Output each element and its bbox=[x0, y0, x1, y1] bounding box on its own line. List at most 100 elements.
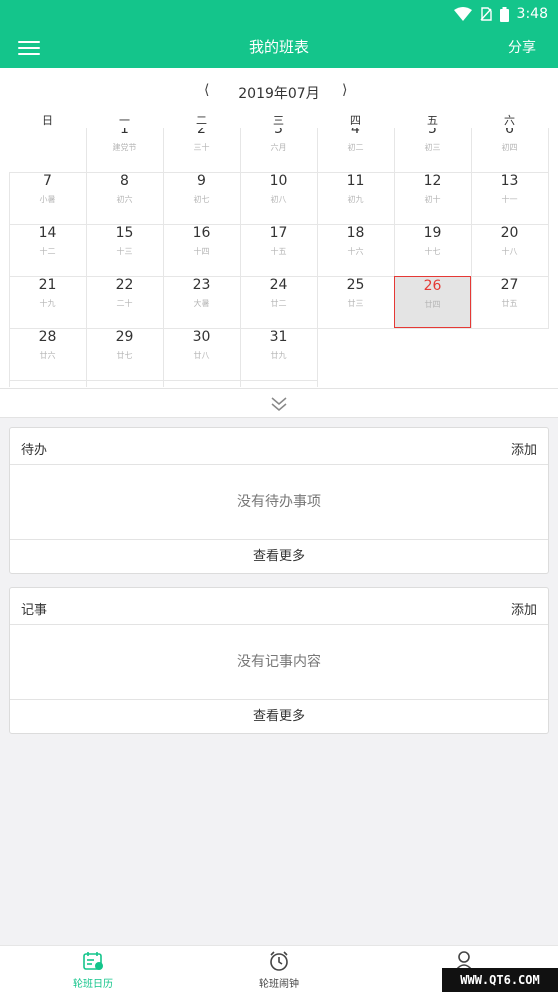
tab-shift-calendar[interactable]: 轮班日历 bbox=[33, 950, 153, 990]
calendar-day[interactable]: 20 十八 bbox=[471, 224, 548, 276]
calendar-day[interactable]: 10 初八 bbox=[240, 172, 317, 224]
day-number: 2 bbox=[197, 128, 206, 137]
day-number: 15 bbox=[115, 225, 134, 241]
weekday-header: 日 一 二 三 四 五 六 bbox=[9, 112, 548, 127]
tab-label: 轮班闹钟 bbox=[259, 979, 299, 990]
notes-header: 记事 添加 bbox=[10, 588, 548, 625]
tab-shift-alarm[interactable]: 轮班闹钟 bbox=[219, 950, 339, 990]
notes-card: 记事 添加 没有记事内容 查看更多 bbox=[9, 587, 549, 734]
todo-title: 待办 bbox=[21, 443, 48, 458]
calendar-day[interactable]: 25 廿三 bbox=[317, 276, 394, 328]
calendar-day[interactable]: 24 廿二 bbox=[240, 276, 317, 328]
day-number: 7 bbox=[43, 173, 52, 189]
next-month-button[interactable]: ⟩ bbox=[342, 82, 347, 98]
calendar-day[interactable]: 27 廿五 bbox=[471, 276, 548, 328]
calendar-day[interactable]: 1 建党节 bbox=[86, 128, 163, 172]
notes-title: 记事 bbox=[21, 603, 48, 618]
todo-add-button[interactable]: 添加 bbox=[511, 439, 537, 458]
calendar-day[interactable]: 3 六月 bbox=[240, 128, 317, 172]
weekday-tue: 二 bbox=[196, 114, 207, 127]
calendar-day[interactable]: 4 初二 bbox=[317, 128, 394, 172]
calendar-day[interactable]: 17 十五 bbox=[240, 224, 317, 276]
calendar-day[interactable]: 15 十三 bbox=[86, 224, 163, 276]
share-button[interactable]: 分享 bbox=[508, 37, 536, 57]
lunar-date: 廿七 bbox=[116, 351, 133, 360]
day-number: 8 bbox=[120, 173, 129, 189]
day-number: 24 bbox=[269, 277, 288, 293]
calendar-grid: 1 建党节 2 三十 3 六月 4 初二 5 初三 6 初四 7 小暑 8 初六 9 初七 10 初八 11 初九 12 初十… bbox=[9, 128, 549, 387]
calendar-day[interactable]: 7 小暑 bbox=[9, 172, 86, 224]
calendar-icon bbox=[83, 952, 103, 970]
grid-line bbox=[9, 380, 317, 381]
calendar-day[interactable]: 29 廿七 bbox=[86, 328, 163, 380]
lunar-date: 初四 bbox=[501, 143, 518, 152]
month-nav: ⟨ 2019年07月 ⟩ bbox=[0, 82, 558, 102]
calendar-day[interactable]: 5 初三 bbox=[394, 128, 471, 172]
notes-more-button[interactable]: 查看更多 bbox=[10, 700, 548, 733]
calendar: ⟨ 2019年07月 ⟩ 日 一 二 三 四 五 六 1 建党节 2 三十 3 六月 4 初二… bbox=[0, 68, 558, 388]
calendar-day[interactable]: 22 二十 bbox=[86, 276, 163, 328]
calendar-day[interactable]: 6 初四 bbox=[471, 128, 548, 172]
lunar-date: 初二 bbox=[347, 143, 364, 152]
lunar-date: 二十 bbox=[116, 299, 133, 308]
no-sim-icon bbox=[480, 7, 492, 21]
todo-header: 待办 添加 bbox=[10, 428, 548, 465]
lunar-date: 十九 bbox=[39, 299, 56, 308]
day-number: 16 bbox=[192, 225, 211, 241]
weekday-sun: 日 bbox=[42, 114, 53, 127]
weekday-wed: 三 bbox=[273, 114, 284, 127]
lunar-date: 廿八 bbox=[193, 351, 210, 360]
day-number: 1 bbox=[120, 128, 129, 137]
calendar-day[interactable]: 11 初九 bbox=[317, 172, 394, 224]
todo-more-button[interactable]: 查看更多 bbox=[10, 540, 548, 573]
day-number: 4 bbox=[351, 128, 360, 137]
lunar-date: 廿六 bbox=[39, 351, 56, 360]
lunar-date: 三十 bbox=[193, 143, 210, 152]
day-number: 26 bbox=[423, 278, 442, 294]
calendar-day[interactable]: 28 廿六 bbox=[9, 328, 86, 380]
day-number: 23 bbox=[192, 277, 211, 293]
lunar-date: 初九 bbox=[347, 195, 364, 204]
calendar-day[interactable]: 16 十四 bbox=[163, 224, 240, 276]
lunar-date: 初六 bbox=[116, 195, 133, 204]
status-icons: 3:48 bbox=[453, 4, 548, 24]
calendar-day[interactable]: 14 十二 bbox=[9, 224, 86, 276]
calendar-day[interactable]: 30 廿八 bbox=[163, 328, 240, 380]
lunar-date: 小暑 bbox=[39, 195, 56, 204]
grid-line bbox=[548, 128, 549, 328]
lunar-date: 廿三 bbox=[347, 299, 364, 308]
day-number: 5 bbox=[428, 128, 437, 137]
calendar-day[interactable]: 13 十一 bbox=[471, 172, 548, 224]
calendar-day[interactable]: 9 初七 bbox=[163, 172, 240, 224]
day-number: 17 bbox=[269, 225, 288, 241]
expand-calendar-button[interactable] bbox=[0, 388, 558, 418]
notes-add-button[interactable]: 添加 bbox=[511, 599, 537, 618]
calendar-day[interactable]: 12 初十 bbox=[394, 172, 471, 224]
app-bar: 我的班表 分享 bbox=[0, 28, 558, 68]
day-number: 9 bbox=[197, 173, 206, 189]
lunar-date: 廿五 bbox=[501, 299, 518, 308]
weekday-fri: 五 bbox=[427, 114, 438, 127]
site-watermark: WWW.QT6.COM bbox=[442, 968, 558, 992]
day-number: 27 bbox=[500, 277, 519, 293]
weekday-thu: 四 bbox=[350, 114, 361, 127]
calendar-day[interactable]: 18 十六 bbox=[317, 224, 394, 276]
calendar-day[interactable]: 21 十九 bbox=[9, 276, 86, 328]
prev-month-button[interactable]: ⟨ bbox=[204, 82, 209, 98]
lunar-date: 十八 bbox=[501, 247, 518, 256]
calendar-day[interactable]: 8 初六 bbox=[86, 172, 163, 224]
calendar-day-today[interactable]: 26 廿四 bbox=[394, 276, 471, 328]
status-bar: 3:48 bbox=[0, 0, 558, 28]
lunar-date: 初八 bbox=[270, 195, 287, 204]
lunar-date: 初十 bbox=[424, 195, 441, 204]
day-number: 14 bbox=[38, 225, 57, 241]
calendar-day[interactable]: 19 十七 bbox=[394, 224, 471, 276]
page-title: 我的班表 bbox=[248, 38, 309, 56]
calendar-day[interactable]: 23 大暑 bbox=[163, 276, 240, 328]
wifi-icon bbox=[453, 7, 472, 21]
calendar-day[interactable]: 31 廿九 bbox=[240, 328, 317, 380]
day-number: 19 bbox=[423, 225, 442, 241]
day-number: 10 bbox=[269, 173, 288, 189]
lunar-date: 十二 bbox=[39, 247, 56, 256]
calendar-day[interactable]: 2 三十 bbox=[163, 128, 240, 172]
